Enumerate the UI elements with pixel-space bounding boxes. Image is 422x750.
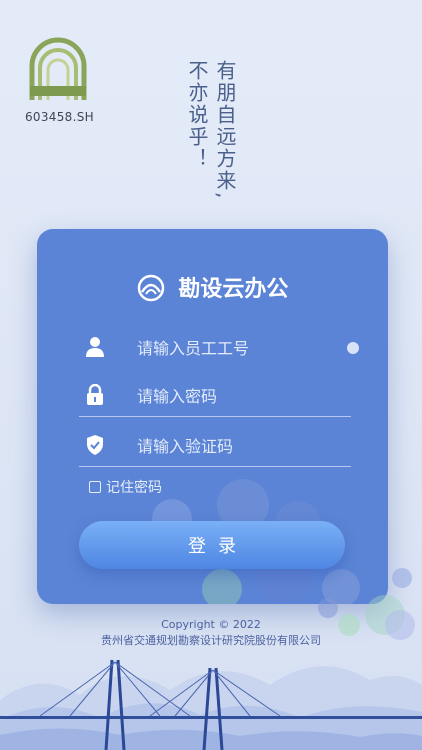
app-name: 勘设云办公 [178, 277, 289, 302]
company-logo [28, 34, 88, 104]
poem-line-1: 有朋自远方来, [213, 60, 237, 201]
remember-password-label: 记住密码 [106, 480, 162, 496]
remember-password-checkbox[interactable]: 记住密码 [89, 477, 162, 497]
login-card: 勘设云办公 请输入员工工号 请输入验证码 记住密码 登录 [37, 229, 388, 604]
app-brand: 勘设云办公 [37, 271, 388, 303]
login-button[interactable]: 登录 [79, 521, 345, 569]
shield-check-icon [85, 434, 105, 456]
password-input[interactable] [135, 381, 349, 411]
lock-icon [85, 383, 105, 406]
checkbox-icon [89, 481, 101, 493]
bridge-illustration [0, 659, 422, 750]
stock-code: 603458.SH [25, 110, 94, 124]
employee-id-input[interactable] [135, 333, 349, 363]
employee-id-field [79, 327, 359, 369]
indicator-dot-icon [347, 342, 359, 354]
password-underline [79, 416, 351, 417]
captcha-input[interactable] [135, 431, 349, 461]
password-field [79, 375, 351, 417]
captcha-field [79, 425, 351, 467]
user-icon [85, 336, 105, 358]
copyright-text: Copyright © 2022 [161, 618, 261, 631]
brand-logo-icon [137, 274, 164, 302]
captcha-underline [79, 466, 351, 467]
poem-line-2: 不亦说乎！ [185, 60, 209, 170]
